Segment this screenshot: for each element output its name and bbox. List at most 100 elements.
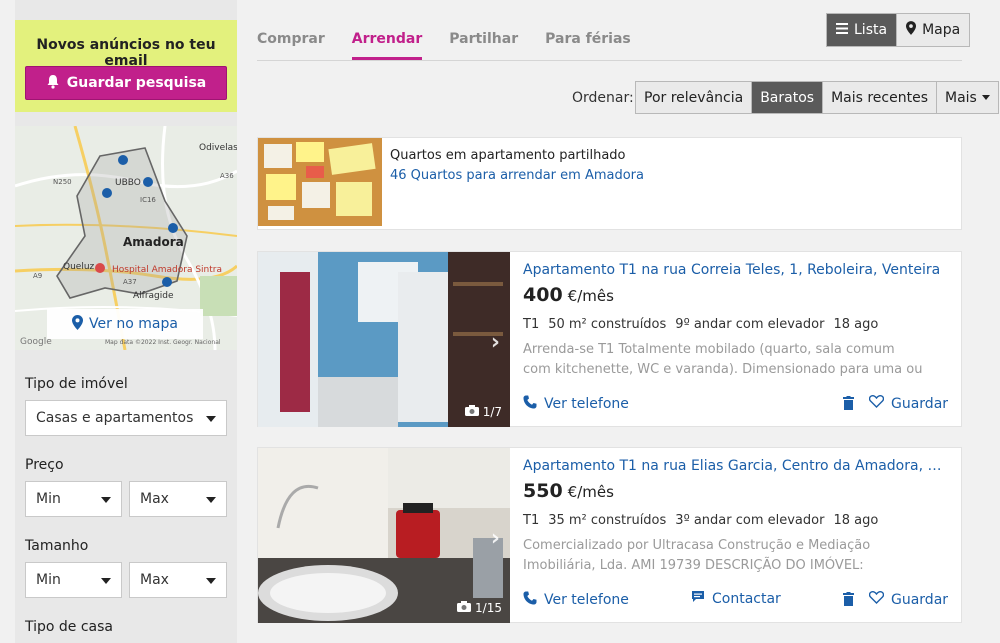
listing-title[interactable]: Apartamento T1 na rua Elias Garcia, Cent…	[523, 458, 948, 474]
property-type-select[interactable]: Casas e apartamentos	[25, 400, 227, 436]
price-unit: €/mês	[567, 483, 614, 501]
save-favorite-label: Guardar	[891, 591, 949, 608]
chevron-down-icon	[206, 578, 216, 584]
tabs-divider	[257, 60, 962, 61]
map-view-button[interactable]: Mapa	[896, 14, 970, 46]
save-favorite-label: Guardar	[891, 395, 949, 412]
list-view-label: Lista	[854, 22, 888, 38]
list-icon	[836, 22, 848, 38]
photo-counter: 1/15	[457, 601, 502, 615]
price-unit: €/mês	[567, 287, 614, 305]
heart-icon	[868, 395, 885, 412]
price-min-select[interactable]: Min	[25, 481, 122, 517]
contact-label: Contactar	[712, 590, 781, 607]
listing-card[interactable]: › 1/15 Apartamento T1 na rua Elias Garci…	[257, 447, 962, 623]
alert-title: Novos anúncios no teu email	[36, 37, 216, 69]
listing-title[interactable]: Apartamento T1 na rua Correia Teles, 1, …	[523, 262, 948, 278]
map-pin-icon	[906, 21, 917, 39]
listing-details: T1 35 m² construídos 3º andar com elevad…	[523, 513, 878, 528]
sort-recent-button[interactable]: Mais recentes	[822, 82, 936, 113]
property-type-label: Tipo de imóvel	[25, 376, 128, 392]
next-photo-icon[interactable]: ›	[491, 330, 500, 355]
map-label-alfragide: Alfragide	[133, 291, 174, 301]
list-view-button[interactable]: Lista	[827, 14, 897, 46]
tab-para-ferias[interactable]: Para férias	[545, 31, 631, 60]
detail-area: 50 m² construídos	[548, 317, 667, 332]
map-label-queluz: Queluz	[63, 262, 95, 272]
tab-comprar[interactable]: Comprar	[257, 31, 325, 60]
map-label-n250: N250	[53, 178, 72, 186]
chevron-down-icon	[101, 497, 111, 503]
sort-relevance-button[interactable]: Por relevância	[636, 82, 752, 113]
map-label-hospital: Hospital Amadora Sintra	[112, 265, 222, 275]
size-min-value: Min	[36, 572, 61, 588]
detail-date: 18 ago	[833, 513, 879, 528]
listing-card[interactable]: › 1/7 Apartamento T1 na rua Correia Tele…	[257, 251, 962, 427]
filters-sidebar: Novos anúncios no teu email Guardar pesq…	[15, 0, 237, 643]
sort-more-label: Mais	[945, 89, 977, 106]
trash-icon[interactable]	[843, 396, 854, 410]
map-pin-icon	[72, 314, 84, 334]
size-min-select[interactable]: Min	[25, 562, 122, 598]
listing-actions: Ver telefone Guardar	[523, 395, 948, 415]
phone-icon	[523, 591, 537, 609]
photo-counter-text: 1/15	[475, 601, 502, 615]
save-search-label: Guardar pesquisa	[66, 75, 207, 91]
map-label-a36: A36	[220, 172, 234, 180]
price-max-select[interactable]: Max	[129, 481, 227, 517]
save-favorite-button[interactable]: Guardar	[868, 395, 949, 412]
view-phone-button[interactable]: Ver telefone	[523, 591, 629, 609]
view-on-map-label: Ver no mapa	[89, 316, 178, 332]
operation-tabs: Comprar Arrendar Partilhar Para férias	[257, 31, 631, 60]
promo-image	[258, 138, 382, 226]
listing-price: 400 €/mês	[523, 284, 614, 306]
house-type-label: Tipo de casa	[25, 619, 114, 635]
contact-button[interactable]: Contactar	[691, 590, 781, 607]
sort-more-dropdown[interactable]: Mais	[936, 82, 998, 113]
price-min-value: Min	[36, 491, 61, 507]
save-favorite-button[interactable]: Guardar	[868, 591, 949, 608]
view-on-map-button[interactable]: Ver no mapa	[47, 309, 203, 339]
view-phone-button[interactable]: Ver telefone	[523, 395, 629, 413]
price-label: Preço	[25, 457, 64, 473]
chat-icon	[691, 590, 705, 607]
view-toggle: Lista Mapa	[826, 13, 971, 47]
map-label-a9: A9	[33, 272, 42, 280]
listing-photo[interactable]: › 1/7	[258, 252, 510, 427]
map-label-amadora: Amadora	[123, 235, 184, 249]
tab-partilhar[interactable]: Partilhar	[449, 31, 518, 60]
price-value: 550	[523, 480, 563, 502]
detail-floor: 3º andar com elevador	[675, 513, 825, 528]
detail-typology: T1	[523, 513, 540, 528]
sort-options: Por relevância Baratos Mais recentes Mai…	[635, 81, 999, 114]
trash-icon[interactable]	[843, 592, 854, 606]
shared-rooms-promo[interactable]: Quartos em apartamento partilhado 46 Qua…	[257, 137, 962, 230]
listing-description: Arrenda-se T1 Totalmente mobilado (quart…	[523, 342, 923, 377]
mini-map[interactable]: Odivelas UBBO Amadora Queluz Hospital Am…	[15, 126, 237, 350]
size-label: Tamanho	[25, 538, 89, 554]
listing-details: T1 50 m² construídos 9º andar com elevad…	[523, 317, 878, 332]
sort-label: Ordenar:	[572, 90, 634, 106]
email-alert-box: Novos anúncios no teu email Guardar pesq…	[15, 20, 237, 112]
view-phone-label: Ver telefone	[544, 396, 629, 412]
price-max-value: Max	[140, 491, 169, 507]
listing-actions: Ver telefone Contactar Guardar	[523, 590, 948, 611]
bell-icon	[46, 74, 60, 93]
save-search-button[interactable]: Guardar pesquisa	[25, 66, 227, 100]
next-photo-icon[interactable]: ›	[491, 526, 500, 551]
detail-typology: T1	[523, 317, 540, 332]
map-label-a37: A37	[123, 278, 137, 286]
listing-price: 550 €/mês	[523, 480, 614, 502]
promo-link[interactable]: 46 Quartos para arrendar em Amadora	[390, 168, 644, 183]
property-type-value: Casas e apartamentos	[36, 410, 194, 426]
heart-icon	[868, 591, 885, 608]
photo-counter-text: 1/7	[482, 405, 502, 419]
listing-description: Comercializado por Ultracasa Construção …	[523, 538, 871, 573]
listing-photo[interactable]: › 1/15	[258, 448, 510, 623]
chevron-down-icon	[981, 95, 990, 100]
size-max-select[interactable]: Max	[129, 562, 227, 598]
map-label-ubbo: UBBO	[115, 178, 141, 188]
detail-date: 18 ago	[833, 317, 879, 332]
tab-arrendar[interactable]: Arrendar	[351, 31, 423, 60]
sort-cheapest-button[interactable]: Baratos	[751, 82, 823, 113]
